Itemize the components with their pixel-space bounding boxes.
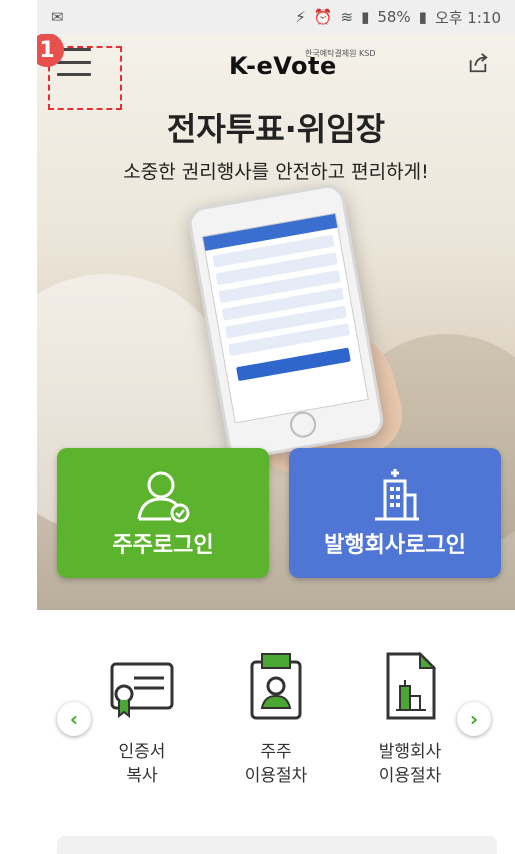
issuer-guide-line2: 이용절차: [378, 766, 442, 786]
carousel-prev-button[interactable]: ‹: [57, 702, 91, 736]
status-bar: ✉ ⚡ ⏰ ≋ ▮ 58% ▮ 오후 1:10: [37, 0, 515, 34]
phone-home-button: [288, 409, 319, 440]
shareholder-login-button[interactable]: 주주로그인: [57, 448, 269, 578]
phone-screen: [201, 212, 369, 424]
hero-subtitle: 소중한 권리행사를 안전하고 편리하게!: [123, 161, 429, 183]
status-time: 오후 1:10: [434, 8, 501, 27]
share-icon[interactable]: [467, 52, 489, 74]
hamburger-menu-button[interactable]: 1: [37, 34, 122, 110]
wifi-icon: ≋: [340, 8, 354, 26]
hero-title: 전자투표·위임장: [166, 110, 386, 148]
quick-menu: 인증서 복사 주주 이용절차 발행회사 이용절차 ‹ ›: [37, 610, 515, 854]
logo-subtext: 한국예탁결제원 KSD: [305, 49, 376, 58]
chevron-right-icon: ›: [469, 707, 479, 731]
battery-icon: ▮: [418, 8, 427, 26]
certificate-icon: [110, 662, 174, 719]
shareholder-card-icon: [250, 653, 302, 720]
alarm-icon: ⏰: [313, 8, 333, 26]
certificate-copy-line1: 인증서: [118, 742, 166, 762]
app-screen: ✉ ⚡ ⏰ ≋ ▮ 58% ▮ 오후 1:10 1 K-eVote 한국예탁결제…: [37, 0, 515, 854]
notification-icon: ✉: [51, 8, 64, 26]
chevron-left-icon: ‹: [69, 707, 79, 731]
shareholder-login-label: 주주로그인: [112, 533, 214, 558]
vibrate-icon: ⚡: [295, 8, 306, 26]
shareholder-guide-item[interactable]: 주주 이용절차: [211, 650, 341, 788]
issuer-login-button[interactable]: 발행회사로그인: [289, 448, 501, 578]
issuer-guide-line1: 발행회사: [378, 742, 442, 762]
certificate-copy-line2: 복사: [126, 766, 158, 786]
issuer-login-label: 발행회사로그인: [324, 533, 466, 558]
phone-screen-button: [236, 347, 351, 382]
company-document-icon: [386, 651, 437, 720]
carousel-next-button[interactable]: ›: [457, 702, 491, 736]
battery-percent: 58%: [377, 8, 411, 26]
certificate-copy-item[interactable]: 인증서 복사: [77, 650, 207, 788]
shareholder-guide-line2: 이용절차: [244, 766, 308, 786]
hero-banner: 1 K-eVote 한국예탁결제원 KSD 전자투표·위임장 소중한 권리행사를…: [37, 34, 515, 610]
shareholder-user-icon: [137, 471, 190, 523]
issuer-guide-item[interactable]: 발행회사 이용절차: [345, 650, 475, 788]
signal-icon: ▮: [361, 8, 370, 26]
left-gutter: [0, 0, 38, 854]
top-app-bar: 1 K-eVote 한국예탁결제원 KSD: [37, 34, 515, 110]
building-icon: [375, 469, 419, 521]
notice-card[interactable]: [57, 836, 497, 854]
shareholder-guide-line1: 주주: [260, 742, 292, 762]
